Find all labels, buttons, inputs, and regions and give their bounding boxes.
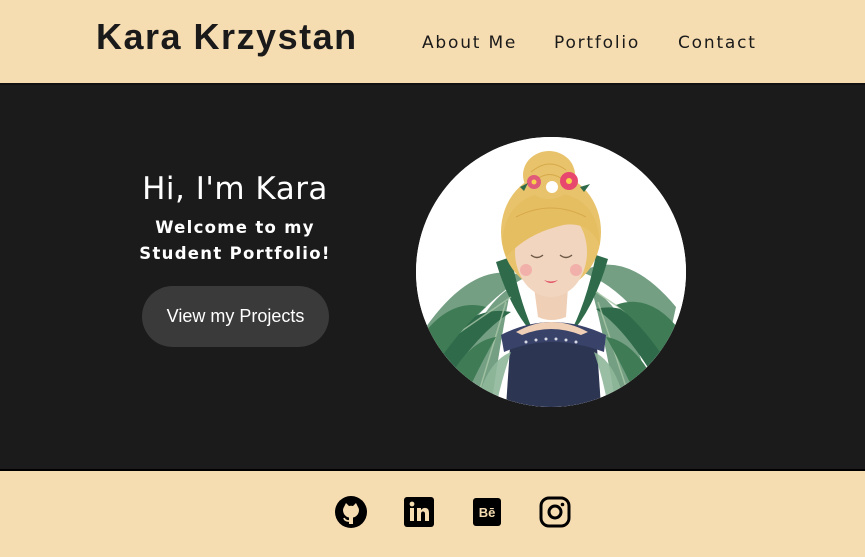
svg-text:Bē: Bē [479, 505, 496, 520]
hero-intro: Hi, I'm Kara Welcome to my Student Portf… [120, 171, 350, 267]
hero-subtitle: Welcome to my Student Portfolio! [120, 215, 350, 267]
hero-section: Hi, I'm Kara Welcome to my Student Portf… [0, 85, 865, 471]
linkedin-icon[interactable] [402, 495, 436, 529]
avatar-illustration [416, 137, 686, 407]
site-footer: Bē [0, 471, 865, 557]
hero-subtitle-line1: Welcome to my [155, 218, 315, 237]
view-projects-button[interactable]: View my Projects [142, 286, 329, 347]
hero-greeting: Hi, I'm Kara [142, 171, 328, 207]
nav-contact[interactable]: Contact [678, 33, 757, 53]
site-header: Kara Krzystan About Me Portfolio Contact [0, 0, 865, 85]
hero-subtitle-line2: Student Portfolio! [139, 244, 331, 263]
instagram-icon[interactable] [538, 495, 572, 529]
nav-about-me[interactable]: About Me [422, 33, 517, 53]
nav-portfolio[interactable]: Portfolio [554, 33, 640, 53]
site-title[interactable]: Kara Krzystan [96, 16, 358, 58]
github-icon[interactable] [334, 495, 368, 529]
avatar-image [416, 137, 686, 407]
behance-icon[interactable]: Bē [470, 495, 504, 529]
